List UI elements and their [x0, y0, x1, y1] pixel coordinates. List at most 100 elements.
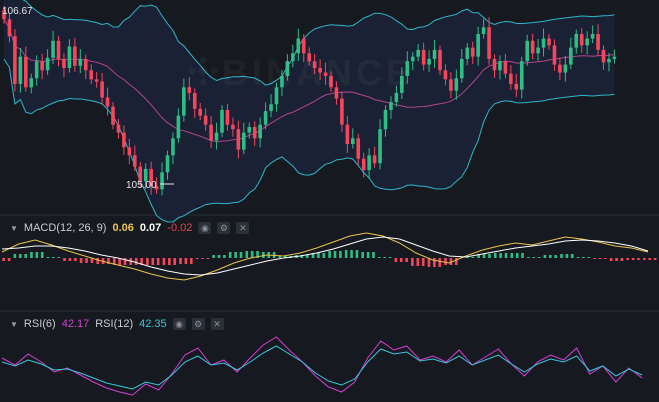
candle-body: [345, 124, 350, 144]
settings-icon[interactable]: ⚙: [191, 318, 205, 330]
macd-histogram-bar: [549, 255, 552, 258]
candle-body: [192, 92, 197, 109]
macd-histogram-bar: [35, 252, 39, 258]
candle-body: [100, 81, 104, 98]
low-price-label: 105.00: [126, 180, 157, 191]
macd-histogram-bar: [604, 258, 607, 259]
macd-histogram-bar: [68, 258, 72, 261]
candle-body: [389, 102, 393, 110]
macd-histogram-bar: [438, 258, 442, 267]
candle-body: [7, 19, 12, 37]
macd-histogram-bar: [350, 250, 353, 258]
macd-histogram-bar: [79, 258, 83, 263]
collapse-caret-icon[interactable]: ▼: [10, 320, 18, 329]
candle-body: [367, 155, 371, 171]
macd-histogram-bar: [444, 258, 447, 265]
macd-histogram-bar: [411, 258, 414, 266]
eye-icon[interactable]: ◉: [172, 318, 186, 330]
macd-histogram-bar: [383, 257, 386, 258]
macd-histogram-bar: [521, 253, 524, 258]
macd-histogram-bar: [532, 257, 536, 258]
macd-histogram-bar: [245, 251, 249, 258]
candle-body: [252, 126, 257, 139]
candle-body: [160, 172, 164, 190]
candle-body: [530, 40, 535, 54]
macd-histogram-bar: [471, 257, 475, 258]
macd-histogram-bar: [212, 255, 215, 258]
macd-hist-value: -0.02: [167, 222, 193, 234]
candle-body: [236, 129, 241, 150]
macd-histogram-bar: [433, 258, 436, 267]
macd-histogram-bar: [631, 258, 635, 260]
macd-histogram-bar: [239, 252, 243, 258]
macd-histogram-bar: [7, 258, 11, 261]
candle-body: [203, 115, 208, 125]
candle-body: [590, 34, 595, 39]
macd-histogram-bar: [2, 258, 5, 261]
macd-histogram-bar: [30, 252, 33, 258]
collapse-caret-icon[interactable]: ▼: [10, 224, 18, 233]
close-icon[interactable]: ✕: [210, 318, 224, 330]
rsi6-label: RSI(6): [23, 318, 56, 330]
rsi12-line: [1, 345, 643, 390]
candle-body: [45, 57, 50, 71]
macd-histogram-bar: [168, 258, 171, 265]
macd-histogram-bar: [499, 253, 502, 258]
macd-histogram-bar: [361, 252, 365, 258]
macd-histogram-bar: [85, 258, 88, 263]
macd-histogram-bar: [344, 250, 348, 258]
candle-body: [133, 155, 137, 167]
macd-dea-value: 0.07: [139, 222, 162, 234]
macd-histogram-bar: [493, 253, 497, 258]
macd-histogram-bar: [399, 258, 403, 262]
rsi-header: ▼ RSI(6) 42.17 RSI(12) 42.35 ◉ ⚙ ✕: [10, 316, 224, 332]
candle-body: [171, 138, 175, 156]
candle-body: [470, 47, 475, 57]
macd-histogram-bar: [416, 258, 420, 266]
candle-body: [612, 56, 617, 59]
macd-histogram-bar: [582, 257, 585, 258]
candle-body: [585, 38, 589, 46]
macd-histogram-bar: [560, 254, 563, 258]
candle-body: [67, 46, 72, 69]
macd-histogram-bar: [527, 257, 530, 258]
macd-histogram-bar: [405, 258, 408, 262]
macd-histogram-bar: [643, 258, 646, 260]
candle-body: [94, 79, 99, 82]
macd-histogram-bar: [377, 257, 381, 258]
candle-body: [165, 155, 170, 173]
macd-histogram-bar: [156, 258, 160, 265]
macd-histogram-bar: [598, 258, 602, 259]
close-icon[interactable]: ✕: [236, 222, 250, 234]
watermark: BINANCE: [222, 52, 414, 94]
candle-body: [116, 124, 121, 133]
macd-histogram-bar: [626, 258, 630, 260]
candle-body: [242, 132, 246, 150]
macd-histogram-bar: [482, 254, 486, 258]
candle-body: [558, 64, 562, 73]
macd-histogram-bar: [366, 252, 370, 258]
candle-body: [89, 70, 93, 80]
candle-body: [18, 56, 23, 84]
candle-body: [361, 158, 366, 171]
candle-body: [503, 61, 508, 74]
binance-logo-icon: [188, 56, 218, 86]
candle-body: [607, 58, 611, 63]
macd-histogram-bar: [190, 258, 193, 264]
macd-histogram-bar: [504, 253, 508, 258]
candle-body: [247, 126, 252, 133]
candle-body: [438, 49, 442, 71]
settings-icon[interactable]: ⚙: [217, 222, 231, 234]
macd-histogram-bar: [510, 253, 514, 258]
candle-body: [460, 58, 464, 79]
macd-histogram-bar: [333, 251, 337, 258]
macd-header: ▼ MACD(12, 26, 9) 0.06 0.07 -0.02 ◉ ⚙ ✕: [10, 220, 250, 236]
candle-body: [547, 38, 551, 46]
candle-body: [182, 87, 186, 116]
macd-histogram-bar: [554, 255, 558, 258]
macd-histogram-bar: [317, 253, 320, 258]
macd-histogram-bar: [96, 258, 99, 264]
eye-icon[interactable]: ◉: [198, 222, 212, 234]
macd-histogram-bar: [74, 258, 77, 261]
macd-histogram-bar: [587, 257, 591, 258]
